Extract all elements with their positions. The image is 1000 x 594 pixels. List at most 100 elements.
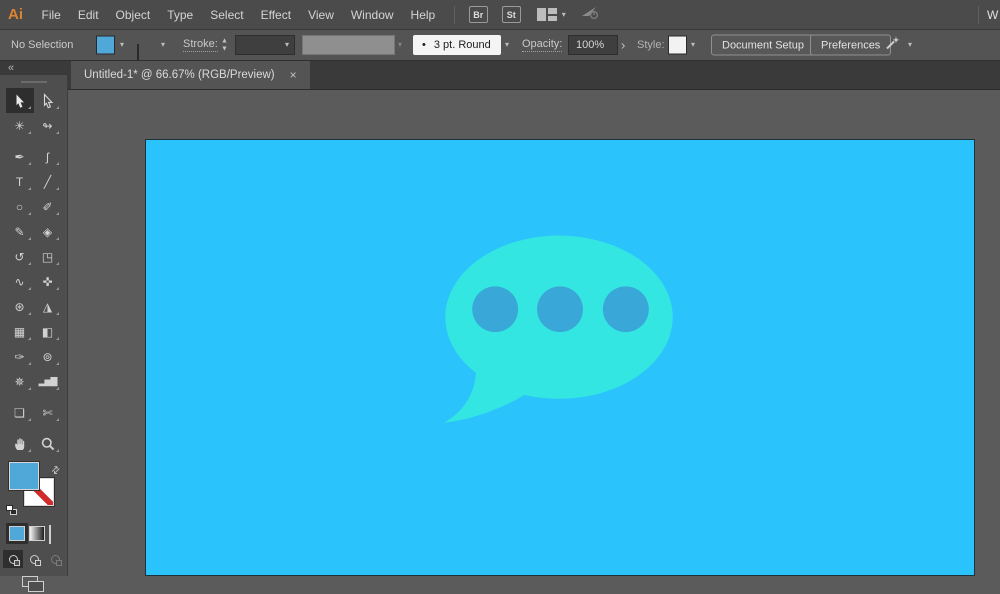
paintbrush-tool[interactable]: ✐ [34, 194, 62, 219]
panel-grip-handle[interactable] [21, 81, 47, 83]
chevron-down-icon[interactable]: ▾ [562, 11, 566, 19]
width-tool[interactable]: ∿ [6, 269, 34, 294]
mesh-tool[interactable]: ▦ [6, 319, 34, 344]
hand-tool[interactable] [6, 431, 34, 456]
eraser-tool[interactable]: ◈ [34, 219, 62, 244]
menu-window[interactable]: Window [342, 8, 402, 22]
default-fill-stroke-icon[interactable] [6, 505, 19, 517]
ellipse-icon: ○ [16, 201, 23, 213]
menu-effect[interactable]: Effect [252, 8, 299, 22]
magnifier-icon [40, 436, 56, 452]
lasso-tool[interactable]: ↬ [34, 113, 62, 138]
artboard[interactable] [145, 139, 975, 576]
opacity-input[interactable]: 100% [568, 35, 618, 55]
curvature-icon: ʃ [46, 151, 49, 163]
gpu-performance-icon[interactable] [580, 4, 600, 25]
collapse-panel-icon[interactable]: « [8, 62, 13, 74]
selection-tool[interactable] [6, 88, 34, 113]
magic-wand-tool[interactable]: ✳ [6, 113, 34, 138]
direct-selection-tool[interactable] [34, 88, 62, 113]
shape-builder-icon: ⊛ [14, 301, 24, 313]
close-icon[interactable]: × [290, 69, 297, 81]
puppet-warp-tool[interactable]: ✜ [34, 269, 62, 294]
go-to-stock-button[interactable]: St [502, 6, 521, 23]
pin-icon: ✜ [42, 276, 52, 288]
gradient-tool[interactable]: ◧ [34, 319, 62, 344]
gradient-icon: ◧ [42, 326, 53, 338]
symbol-sprayer-icon: ✵ [14, 376, 24, 388]
type-icon: T [16, 176, 23, 188]
scale-tool[interactable]: ◳ [34, 244, 62, 269]
shaper-tool[interactable]: ✎ [6, 219, 34, 244]
blend-tool[interactable]: ⊚ [34, 344, 62, 369]
stroke-weight-label[interactable]: Stroke: [183, 38, 218, 52]
line-segment-icon: ╱ [44, 176, 51, 188]
eyedropper-tool[interactable]: ✑ [6, 344, 34, 369]
perspective-grid-tool[interactable]: ◮ [34, 294, 62, 319]
swap-fill-stroke-icon[interactable]: ⇄ [49, 464, 63, 478]
stroke-weight-stepper[interactable]: ▲▼ [221, 38, 228, 53]
type-tool[interactable]: T [6, 169, 34, 194]
chevron-down-icon[interactable]: ▾ [161, 41, 165, 49]
menu-select[interactable]: Select [202, 8, 252, 22]
rotate-tool[interactable]: ↺ [6, 244, 34, 269]
chevron-down-icon[interactable]: ▾ [505, 41, 509, 49]
change-screen-mode-icon[interactable] [22, 576, 44, 592]
menu-help[interactable]: Help [402, 8, 444, 22]
divider [454, 6, 455, 24]
menu-object[interactable]: Object [107, 8, 159, 22]
draw-behind-button[interactable] [24, 550, 44, 568]
menu-bar: Ai File Edit Object Type Select Effect V… [0, 0, 1000, 30]
column-graph-tool[interactable]: ▂▅▇ [34, 369, 62, 394]
direct-selection-arrow-icon [40, 93, 56, 109]
stroke-weight-dropdown[interactable]: ▾ [235, 35, 295, 55]
zoom-tool[interactable] [34, 431, 62, 456]
bubble-dot-3[interactable] [603, 286, 649, 332]
slice-tool[interactable]: ✄ [34, 400, 62, 425]
shape-builder-tool[interactable]: ⊛ [6, 294, 34, 319]
go-to-bridge-button[interactable]: Br [469, 6, 488, 23]
gradient-mode-button[interactable] [29, 526, 45, 541]
menu-edit[interactable]: Edit [69, 8, 107, 22]
preferences-button[interactable]: Preferences [810, 35, 891, 56]
symbol-sprayer-tool[interactable]: ✵ [6, 369, 34, 394]
curvature-tool[interactable]: ʃ [34, 144, 62, 169]
chevron-down-icon: ▾ [398, 41, 402, 49]
select-similar-icon[interactable] [884, 35, 902, 56]
document-tab[interactable]: Untitled-1* @ 66.67% (RGB/Preview) × [71, 61, 310, 89]
artwork-layer[interactable] [146, 140, 974, 575]
none-mode-button[interactable] [49, 525, 51, 544]
draw-normal-button[interactable] [3, 550, 23, 568]
style-swatch[interactable] [668, 36, 687, 55]
color-mode-button[interactable] [9, 526, 25, 541]
pen-icon: ✒ [14, 151, 24, 163]
fill-proxy-swatch[interactable] [9, 462, 39, 490]
document-setup-button[interactable]: Document Setup [711, 35, 815, 56]
width-icon: ∿ [14, 276, 24, 288]
chevron-down-icon[interactable]: ▾ [908, 41, 912, 49]
paintbrush-icon: ✐ [42, 201, 52, 213]
line-segment-tool[interactable]: ╱ [34, 169, 62, 194]
bubble-dot-2[interactable] [537, 286, 583, 332]
canvas-pasteboard[interactable] [69, 90, 1000, 576]
workspace-switcher[interactable]: W [987, 8, 1000, 22]
brush-definition-dropdown[interactable]: • 3 pt. Round [413, 35, 501, 55]
ellipse-tool[interactable]: ○ [6, 194, 34, 219]
opacity-label[interactable]: Opacity: [522, 38, 562, 52]
bubble-dot-1[interactable] [472, 286, 518, 332]
menu-view[interactable]: View [300, 8, 343, 22]
pen-tool[interactable]: ✒ [6, 144, 34, 169]
hand-icon [12, 436, 28, 452]
fill-color-swatch[interactable] [96, 36, 115, 55]
opacity-more-icon[interactable]: › [621, 39, 625, 52]
menu-type[interactable]: Type [159, 8, 202, 22]
menu-file[interactable]: File [33, 8, 69, 22]
control-bar: No Selection ▾ ▾ Stroke: ▲▼ ▾ ▾ • 3 pt. … [0, 30, 1000, 61]
artboard-icon: ❏ [14, 407, 25, 419]
style-label: Style: [637, 39, 665, 51]
artboard-tool[interactable]: ❏ [6, 400, 34, 425]
drawing-modes [3, 550, 65, 568]
chevron-down-icon[interactable]: ▾ [691, 41, 695, 49]
chevron-down-icon[interactable]: ▾ [120, 41, 124, 49]
arrange-documents-icon[interactable] [537, 8, 557, 21]
